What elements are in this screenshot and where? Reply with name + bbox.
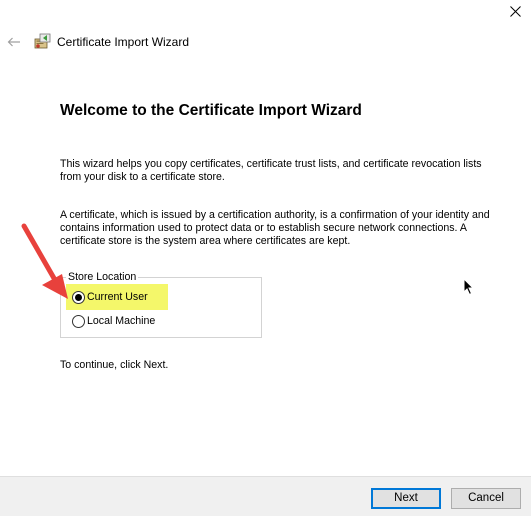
- back-arrow-icon: [7, 37, 20, 47]
- radio-dot: [75, 294, 82, 301]
- back-button[interactable]: [4, 32, 24, 52]
- wizard-footer: Next Cancel: [0, 476, 531, 516]
- intro-text: This wizard helps you copy certificates,…: [60, 158, 482, 183]
- next-button[interactable]: Next: [371, 488, 441, 509]
- radio-label-local-machine[interactable]: Local Machine: [87, 315, 155, 328]
- mouse-cursor-icon: [463, 278, 475, 296]
- wizard-header: Certificate Import Wizard: [0, 28, 531, 56]
- cancel-button[interactable]: Cancel: [451, 488, 521, 509]
- radio-label-current-user[interactable]: Current User: [87, 291, 148, 304]
- radio-button-selected[interactable]: [72, 291, 85, 304]
- radio-button[interactable]: [72, 315, 85, 328]
- red-arrow-annotation: [21, 223, 68, 299]
- wizard-title: Certificate Import Wizard: [57, 35, 190, 49]
- close-icon: [510, 6, 521, 17]
- page-heading: Welcome to the Certificate Import Wizard: [60, 102, 362, 119]
- certificate-wizard-icon: [34, 32, 52, 50]
- description-text: A certificate, which is issued by a cert…: [60, 209, 490, 247]
- close-button[interactable]: [500, 0, 531, 28]
- store-location-legend: Store Location: [66, 271, 139, 283]
- continue-instruction: To continue, click Next.: [60, 359, 169, 371]
